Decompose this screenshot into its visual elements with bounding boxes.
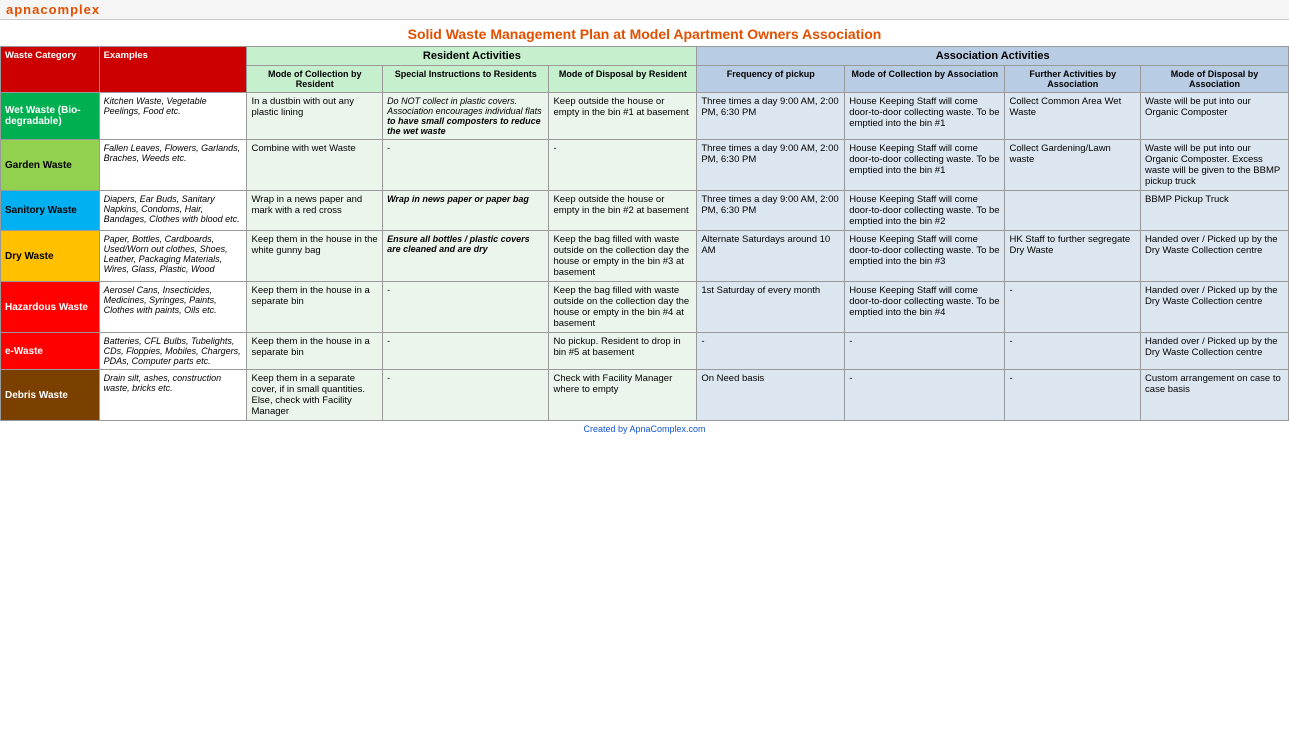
special-instructions-cell: Do NOT collect in plastic covers. Associ…	[383, 93, 549, 140]
subheader-frequency-pickup: Frequency of pickup	[697, 66, 845, 93]
further-activities-cell: HK Staff to further segregate Dry Waste	[1005, 231, 1141, 282]
table-row: Garden WasteFallen Leaves, Flowers, Garl…	[1, 140, 1289, 191]
mode-disposal-resident-cell: Check with Facility Manager where to emp…	[549, 370, 697, 421]
examples-cell: Drain silt, ashes, construction waste, b…	[99, 370, 247, 421]
mode-disposal-resident-cell: Keep outside the house or empty in the b…	[549, 191, 697, 231]
category-cell: Sanitory Waste	[1, 191, 100, 231]
special-instructions-cell: -	[383, 333, 549, 370]
mode-collection-resident-cell: Combine with wet Waste	[247, 140, 383, 191]
frequency-cell: -	[697, 333, 845, 370]
examples-cell: Diapers, Ear Buds, Sanitary Napkins, Con…	[99, 191, 247, 231]
mode-collection-assoc-cell: House Keeping Staff will come door-to-do…	[845, 231, 1005, 282]
mode-collection-assoc-cell: House Keeping Staff will come door-to-do…	[845, 93, 1005, 140]
header-examples: Examples	[99, 47, 247, 93]
table-row: e-WasteBatteries, CFL Bulbs, Tubelights,…	[1, 333, 1289, 370]
category-cell: Dry Waste	[1, 231, 100, 282]
mode-disposal-assoc-cell: Handed over / Picked up by the Dry Waste…	[1141, 333, 1289, 370]
examples-cell: Fallen Leaves, Flowers, Garlands, Brache…	[99, 140, 247, 191]
frequency-cell: Three times a day 9:00 AM, 2:00 PM, 6:30…	[697, 191, 845, 231]
logo: apnacomplex	[6, 2, 100, 17]
header-resident-activities: Resident Activities	[247, 47, 697, 66]
examples-cell: Batteries, CFL Bulbs, Tubelights, CDs, F…	[99, 333, 247, 370]
mode-collection-resident-cell: Keep them in a separate cover, if in sma…	[247, 370, 383, 421]
mode-collection-assoc-cell: House Keeping Staff will come door-to-do…	[845, 282, 1005, 333]
further-activities-cell: -	[1005, 282, 1141, 333]
examples-cell: Paper, Bottles, Cardboards, Used/Worn ou…	[99, 231, 247, 282]
mode-disposal-resident-cell: Keep outside the house or empty in the b…	[549, 93, 697, 140]
category-cell: e-Waste	[1, 333, 100, 370]
mode-collection-resident-cell: In a dustbin with out any plastic lining	[247, 93, 383, 140]
mode-disposal-resident-cell: Keep the bag filled with waste outside o…	[549, 231, 697, 282]
special-instructions-cell: Ensure all bottles / plastic covers are …	[383, 231, 549, 282]
page-title: Solid Waste Management Plan at Model Apa…	[0, 20, 1289, 46]
mode-disposal-assoc-cell: Handed over / Picked up by the Dry Waste…	[1141, 282, 1289, 333]
header-waste-category: Waste Category	[1, 47, 100, 93]
further-activities-cell: -	[1005, 370, 1141, 421]
mode-disposal-assoc-cell: Custom arrangement on case to case basis	[1141, 370, 1289, 421]
further-activities-cell: Collect Gardening/Lawn waste	[1005, 140, 1141, 191]
special-instructions-cell: -	[383, 282, 549, 333]
main-table: Waste Category Examples Resident Activit…	[0, 46, 1289, 421]
subheader-further-activities-assoc: Further Activities by Association	[1005, 66, 1141, 93]
mode-disposal-resident-cell: Keep the bag filled with waste outside o…	[549, 282, 697, 333]
table-row: Sanitory WasteDiapers, Ear Buds, Sanitar…	[1, 191, 1289, 231]
special-instructions-cell: Wrap in news paper or paper bag	[383, 191, 549, 231]
mode-collection-resident-cell: Keep them in the house in the white gunn…	[247, 231, 383, 282]
header-association-activities: Association Activities	[697, 47, 1289, 66]
category-cell: Hazardous Waste	[1, 282, 100, 333]
frequency-cell: Three times a day 9:00 AM, 2:00 PM, 6:30…	[697, 140, 845, 191]
mode-disposal-assoc-cell: BBMP Pickup Truck	[1141, 191, 1289, 231]
subheader-special-instructions: Special Instructions to Residents	[383, 66, 549, 93]
mode-collection-assoc-cell: House Keeping Staff will come door-to-do…	[845, 191, 1005, 231]
category-cell: Debris Waste	[1, 370, 100, 421]
subheader-mode-collection-resident: Mode of Collection by Resident	[247, 66, 383, 93]
table-row: Hazardous WasteAerosel Cans, Insecticide…	[1, 282, 1289, 333]
mode-collection-assoc-cell: -	[845, 333, 1005, 370]
subheader-mode-disposal-assoc: Mode of Disposal by Association	[1141, 66, 1289, 93]
table-row: Wet Waste (Bio-degradable)Kitchen Waste,…	[1, 93, 1289, 140]
frequency-cell: On Need basis	[697, 370, 845, 421]
mode-disposal-resident-cell: -	[549, 140, 697, 191]
examples-cell: Kitchen Waste, Vegetable Peelings, Food …	[99, 93, 247, 140]
examples-cell: Aerosel Cans, Insecticides, Medicines, S…	[99, 282, 247, 333]
table-row: Debris WasteDrain silt, ashes, construct…	[1, 370, 1289, 421]
header-bar: apnacomplex	[0, 0, 1289, 20]
further-activities-cell: -	[1005, 333, 1141, 370]
special-instructions-cell: -	[383, 370, 549, 421]
mode-disposal-assoc-cell: Handed over / Picked up by the Dry Waste…	[1141, 231, 1289, 282]
mode-collection-assoc-cell: -	[845, 370, 1005, 421]
frequency-cell: 1st Saturday of every month	[697, 282, 845, 333]
subheader-mode-collection-assoc: Mode of Collection by Association	[845, 66, 1005, 93]
mode-disposal-assoc-cell: Waste will be put into our Organic Compo…	[1141, 93, 1289, 140]
special-instructions-cell: -	[383, 140, 549, 191]
page: apnacomplex Solid Waste Management Plan …	[0, 0, 1289, 437]
mode-collection-assoc-cell: House Keeping Staff will come door-to-do…	[845, 140, 1005, 191]
mode-disposal-resident-cell: No pickup. Resident to drop in bin #5 at…	[549, 333, 697, 370]
further-activities-cell: Collect Common Area Wet Waste	[1005, 93, 1141, 140]
table-row: Dry WastePaper, Bottles, Cardboards, Use…	[1, 231, 1289, 282]
frequency-cell: Three times a day 9:00 AM, 2:00 PM, 6:30…	[697, 93, 845, 140]
category-cell: Garden Waste	[1, 140, 100, 191]
footer: Created by ApnaComplex.com	[0, 421, 1289, 437]
mode-collection-resident-cell: Wrap in a news paper and mark with a red…	[247, 191, 383, 231]
mode-disposal-assoc-cell: Waste will be put into our Organic Compo…	[1141, 140, 1289, 191]
category-cell: Wet Waste (Bio-degradable)	[1, 93, 100, 140]
frequency-cell: Alternate Saturdays around 10 AM	[697, 231, 845, 282]
mode-collection-resident-cell: Keep them in the house in a separate bin	[247, 282, 383, 333]
mode-collection-resident-cell: Keep them in the house in a separate bin	[247, 333, 383, 370]
further-activities-cell	[1005, 191, 1141, 231]
subheader-mode-disposal-resident: Mode of Disposal by Resident	[549, 66, 697, 93]
